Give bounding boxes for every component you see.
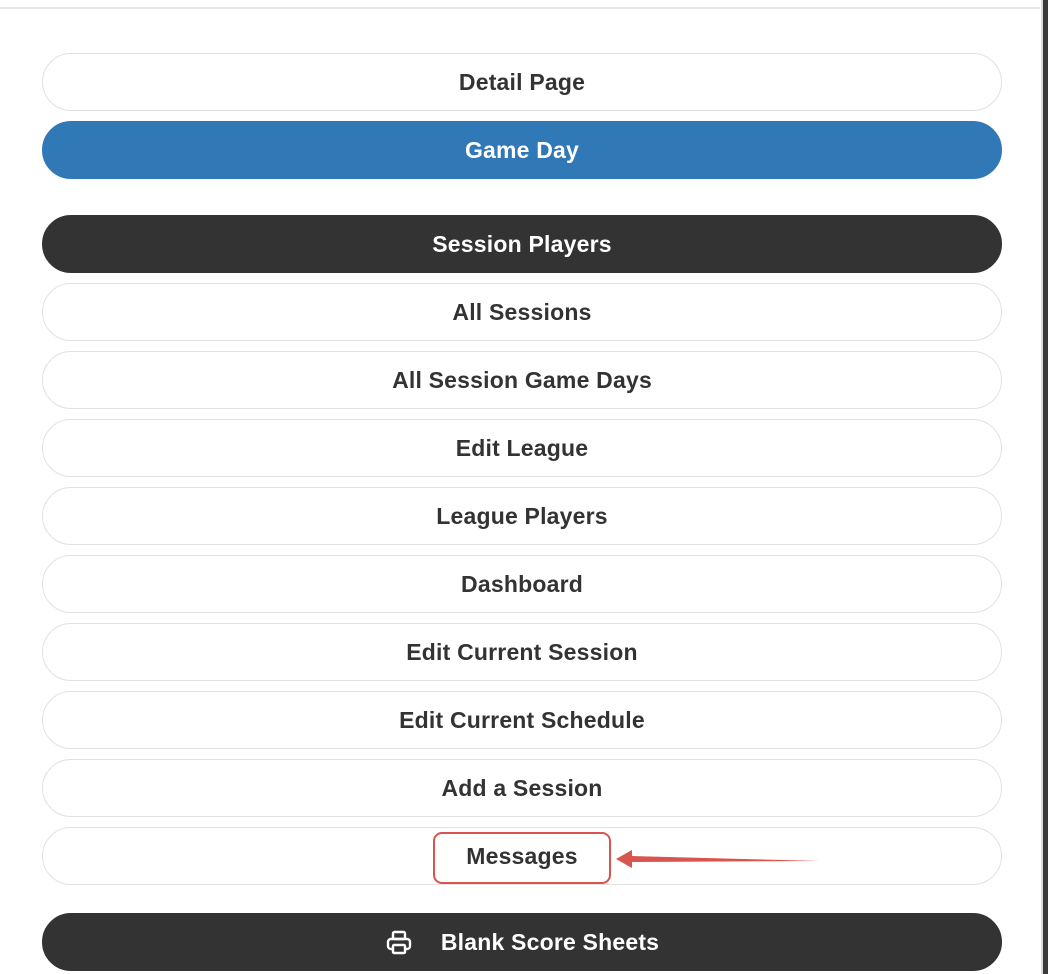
league-players-button[interactable]: League Players <box>42 487 1002 545</box>
edit-current-session-label: Edit Current Session <box>406 638 638 665</box>
all-sessions-button[interactable]: All Sessions <box>42 283 1002 341</box>
page-frame: Detail Page Game Day Session Players All… <box>0 0 1048 974</box>
edit-league-label: Edit League <box>455 434 589 461</box>
dashboard-button[interactable]: Dashboard <box>42 555 1002 613</box>
edit-league-button[interactable]: Edit League <box>42 419 1002 477</box>
window-edge <box>1043 0 1048 974</box>
all-session-game-days-label: All Session Game Days <box>392 366 652 393</box>
dashboard-label: Dashboard <box>461 570 583 597</box>
blank-score-sheets-button[interactable]: Blank Score Sheets <box>42 913 1002 971</box>
session-players-button[interactable]: Session Players <box>42 215 1002 273</box>
detail-page-button[interactable]: Detail Page <box>42 53 1002 111</box>
detail-page-label: Detail Page <box>458 68 586 95</box>
game-day-label: Game Day <box>464 136 580 163</box>
all-sessions-label: All Sessions <box>452 298 592 325</box>
messages-button[interactable]: Messages <box>42 827 1002 885</box>
add-a-session-button[interactable]: Add a Session <box>42 759 1002 817</box>
edit-current-session-button[interactable]: Edit Current Session <box>42 623 1002 681</box>
add-a-session-label: Add a Session <box>441 774 603 801</box>
top-divider <box>0 7 1040 9</box>
league-players-label: League Players <box>436 502 608 529</box>
session-players-label: Session Players <box>432 230 612 257</box>
edit-current-schedule-button[interactable]: Edit Current Schedule <box>42 691 1002 749</box>
blank-score-sheets-label: Blank Score Sheets <box>440 928 660 955</box>
messages-label: Messages <box>466 842 578 869</box>
all-session-game-days-button[interactable]: All Session Game Days <box>42 351 1002 409</box>
game-day-button[interactable]: Game Day <box>42 121 1002 179</box>
edit-current-schedule-label: Edit Current Schedule <box>399 706 645 733</box>
printer-icon <box>385 928 413 956</box>
